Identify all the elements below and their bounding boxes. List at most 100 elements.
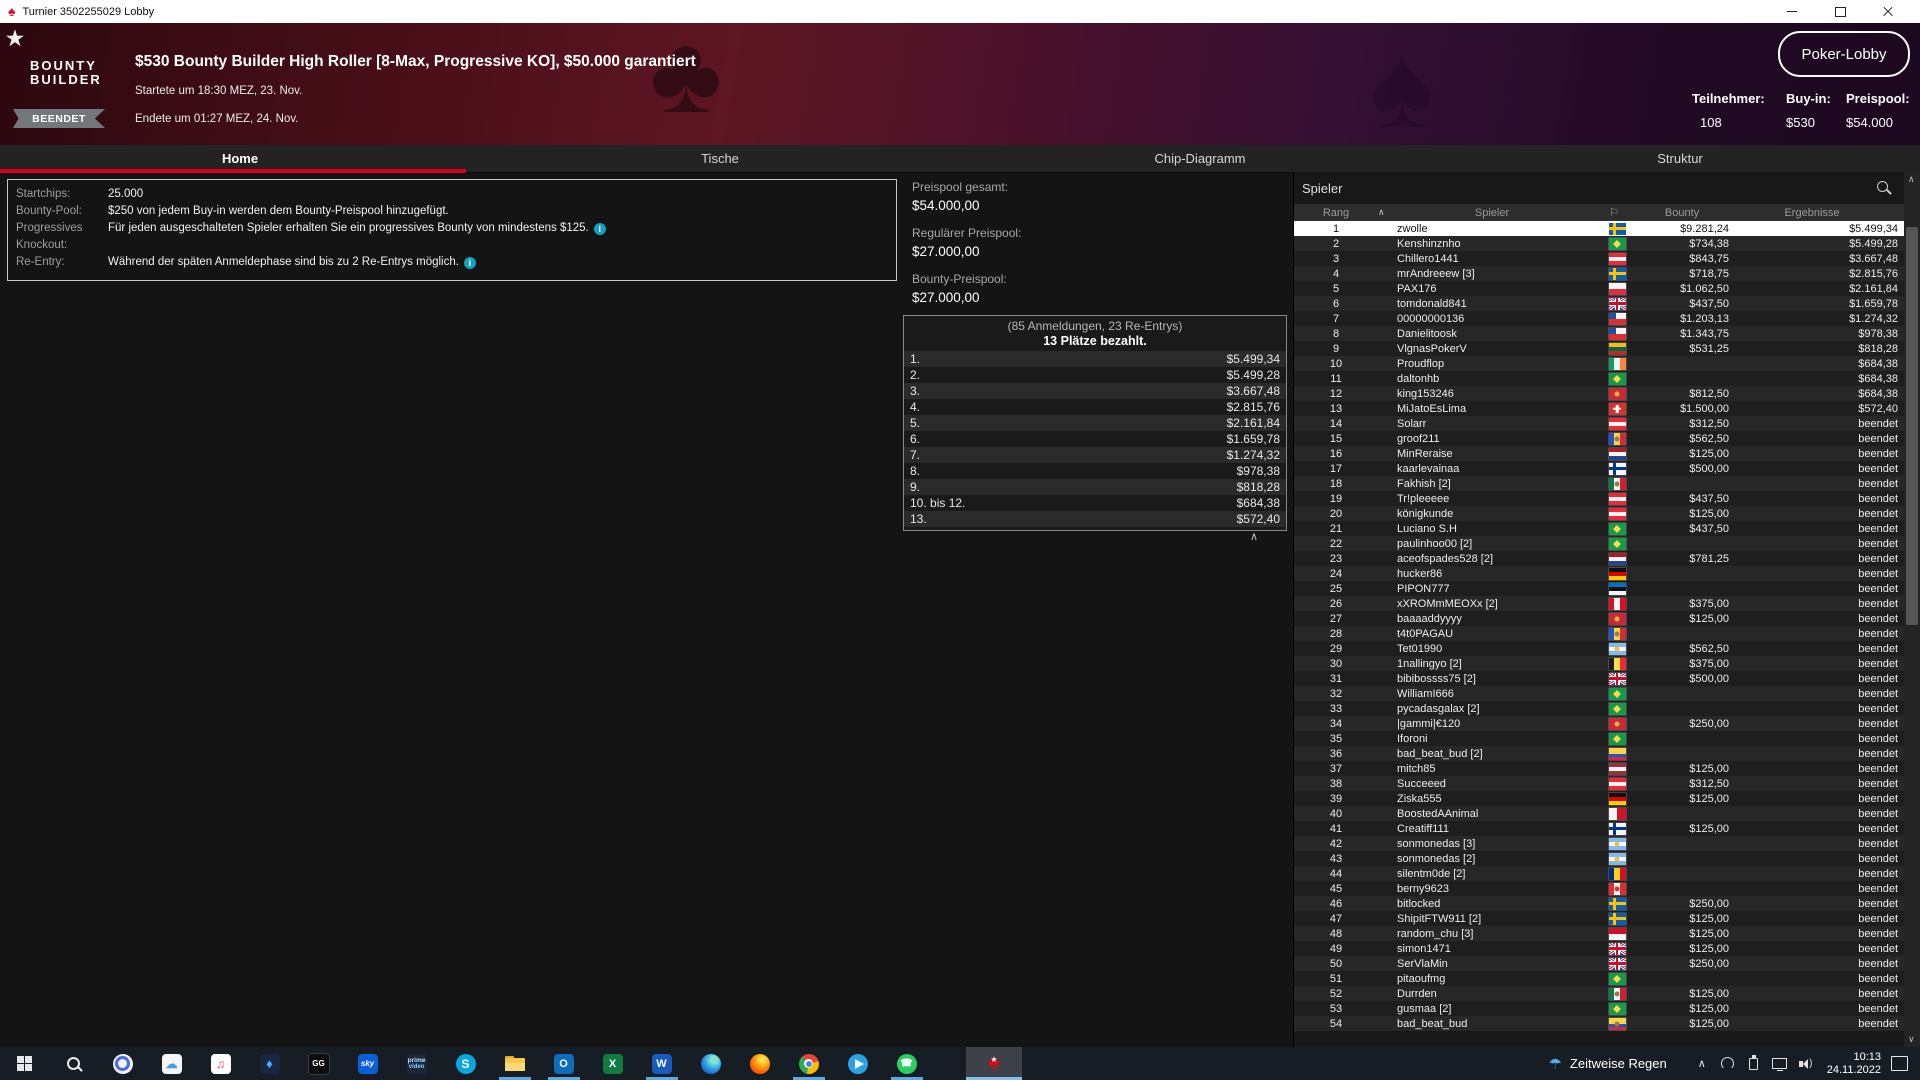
taskbar-firefox-icon[interactable] xyxy=(735,1047,784,1080)
player-row[interactable]: 37 mitch85 $125,00 beendet xyxy=(1294,761,1904,776)
taskbar-round-app-icon[interactable] xyxy=(98,1047,147,1080)
scroll-up-icon[interactable]: ∧ xyxy=(1908,174,1915,185)
tab-chip-diagramm[interactable]: Chip-Diagramm xyxy=(960,145,1440,172)
player-row[interactable]: 51 pitaoufmg beendet xyxy=(1294,971,1904,986)
tray-sync-icon[interactable] xyxy=(1717,1047,1739,1080)
tab-struktur[interactable]: Struktur xyxy=(1440,145,1920,172)
player-row[interactable]: 36 bad_beat_bud [2] beendet xyxy=(1294,746,1904,761)
player-row[interactable]: 19 Tr!pleeeee $437,50 beendet xyxy=(1294,491,1904,506)
player-row[interactable]: 17 kaarlevainaa $500,00 beendet xyxy=(1294,461,1904,476)
taskbar-outlook-icon[interactable]: O xyxy=(539,1047,588,1080)
player-row[interactable]: 24 hucker86 beendet xyxy=(1294,566,1904,581)
player-row[interactable]: 41 Creatiff111 $125,00 beendet xyxy=(1294,821,1904,836)
tab-home[interactable]: Home xyxy=(0,145,480,173)
player-row[interactable]: 3 Chillero1441 $843,75 $3.667,48 xyxy=(1294,251,1904,266)
player-row[interactable]: 54 bad_beat_bud $125,00 beendet xyxy=(1294,1016,1904,1031)
player-row[interactable]: 27 baaaaddyyyy $125,00 beendet xyxy=(1294,611,1904,626)
player-row[interactable]: 9 VlgnasPokerV $531,25 $818,28 xyxy=(1294,341,1904,356)
player-row[interactable]: 4 mrAndreeew [3] $718,75 $2.815,76 xyxy=(1294,266,1904,281)
taskbar-edge-icon[interactable] xyxy=(686,1047,735,1080)
player-row[interactable]: 42 sonmonedas [3] beendet xyxy=(1294,836,1904,851)
player-row[interactable]: 39 Ziska555 $125,00 beendet xyxy=(1294,791,1904,806)
scroll-down-icon[interactable]: ∨ xyxy=(1908,1034,1915,1045)
payout-collapse-chevron-icon[interactable]: ∧ xyxy=(1250,530,1258,543)
taskbar-telegram-icon[interactable] xyxy=(833,1047,882,1080)
player-row[interactable]: 29 Tet01990 $562,50 beendet xyxy=(1294,641,1904,656)
taskbar-apple-music-icon[interactable]: ♫ xyxy=(196,1047,245,1080)
player-row[interactable]: 49 simon1471 $125,00 beendet xyxy=(1294,941,1904,956)
tab-tische[interactable]: Tische xyxy=(480,145,960,172)
player-row[interactable]: 1 zwolle $9.281,24 $5.499,34 xyxy=(1294,221,1904,236)
player-row[interactable]: 38 Succeeed $312,50 beendet xyxy=(1294,776,1904,791)
search-icon[interactable] xyxy=(1876,180,1892,196)
player-row[interactable]: 32 WilliamI666 beendet xyxy=(1294,686,1904,701)
column-header-player[interactable]: Spieler xyxy=(1394,207,1590,219)
player-row[interactable]: 7 00000000136 $1.203,13 $1.274,32 xyxy=(1294,311,1904,326)
taskbar-skype-icon[interactable]: S xyxy=(441,1047,490,1080)
taskbar-whatsapp-icon[interactable]: ☎ xyxy=(882,1047,931,1080)
column-header-rank[interactable]: Rang xyxy=(1294,207,1378,219)
taskbar-diamond-app-icon[interactable]: ♦ xyxy=(245,1047,294,1080)
taskbar-clock[interactable]: 10:13 24.11.2022 xyxy=(1827,1051,1881,1077)
scrollbar-thumb[interactable] xyxy=(1906,227,1918,625)
tray-network-icon[interactable] xyxy=(1769,1047,1791,1080)
taskbar-icloud-icon[interactable]: ☁ xyxy=(147,1047,196,1080)
player-row[interactable]: 46 bitlocked $250,00 beendet xyxy=(1294,896,1904,911)
player-row[interactable]: 43 sonmonedas [2] beendet xyxy=(1294,851,1904,866)
taskbar-pokerstars-icon[interactable]: ♠ ★ xyxy=(966,1047,1022,1080)
player-row[interactable]: 50 SerVlaMin $250,00 beendet xyxy=(1294,956,1904,971)
player-row[interactable]: 53 gusmaa [2] $125,00 beendet xyxy=(1294,1001,1904,1016)
taskbar-ggpoker-icon[interactable]: GG xyxy=(294,1047,343,1080)
info-icon[interactable]: i xyxy=(463,257,476,269)
player-row[interactable]: 35 Iforoni beendet xyxy=(1294,731,1904,746)
poker-lobby-button[interactable]: Poker-Lobby xyxy=(1778,31,1910,77)
player-row[interactable]: 2 Kenshinznho $734,38 $5.499,28 xyxy=(1294,236,1904,251)
taskbar-chrome-icon[interactable] xyxy=(784,1047,833,1080)
player-row[interactable]: 26 xXROMmMEOXx [2] $375,00 beendet xyxy=(1294,596,1904,611)
player-row[interactable]: 40 BoostedAAnimal beendet xyxy=(1294,806,1904,821)
player-row[interactable]: 8 Danielitoosk $1.343,75 $978,38 xyxy=(1294,326,1904,341)
taskbar-sky-go-icon[interactable]: sky xyxy=(343,1047,392,1080)
taskbar-prime-video-icon[interactable]: prime video xyxy=(392,1047,441,1080)
player-row[interactable]: 52 Durrden $125,00 beendet xyxy=(1294,986,1904,1001)
player-row[interactable]: 13 MiJatoEsLima $1.500,00 $572,40 xyxy=(1294,401,1904,416)
player-row[interactable]: 10 Proudflop $684,38 xyxy=(1294,356,1904,371)
taskbar-search-icon[interactable] xyxy=(49,1047,98,1080)
player-row[interactable]: 30 1nallingyo [2] $375,00 beendet xyxy=(1294,656,1904,671)
players-scrollbar[interactable]: ∧ ∨ xyxy=(1904,172,1920,1047)
player-row[interactable]: 5 PAX176 $1.062,50 $2.161,84 xyxy=(1294,281,1904,296)
player-row[interactable]: 48 random_chu [3] $125,00 beendet xyxy=(1294,926,1904,941)
player-row[interactable]: 14 Solarr $312,50 beendet xyxy=(1294,416,1904,431)
player-row[interactable]: 28 t4t0PAGAU beendet xyxy=(1294,626,1904,641)
player-row[interactable]: 22 paulinhoo00 [2] beendet xyxy=(1294,536,1904,551)
player-row[interactable]: 18 Fakhish [2] beendet xyxy=(1294,476,1904,491)
player-row[interactable]: 47 ShipitFTW911 [2] $125,00 beendet xyxy=(1294,911,1904,926)
minimize-button[interactable] xyxy=(1772,0,1812,23)
player-row[interactable]: 25 PIPON777 beendet xyxy=(1294,581,1904,596)
tray-usb-icon[interactable] xyxy=(1743,1047,1765,1080)
player-row[interactable]: 21 Luciano S.H $437,50 beendet xyxy=(1294,521,1904,536)
player-row[interactable]: 45 berny9623 beendet xyxy=(1294,881,1904,896)
weather-widget[interactable]: ☂ Zeitweise Regen xyxy=(1548,1055,1666,1073)
player-row[interactable]: 6 tomdonald841 $437,50 $1.659,78 xyxy=(1294,296,1904,311)
sort-ascending-icon[interactable]: ∧ xyxy=(1378,207,1394,218)
player-row[interactable]: 23 aceofspades528 [2] $781,25 beendet xyxy=(1294,551,1904,566)
player-row[interactable]: 20 königkunde $125,00 beendet xyxy=(1294,506,1904,521)
player-row[interactable]: 33 pycadasgalax [2] beendet xyxy=(1294,701,1904,716)
taskbar-excel-icon[interactable]: X xyxy=(588,1047,637,1080)
taskbar-file-explorer-icon[interactable] xyxy=(490,1047,539,1080)
info-icon[interactable]: i xyxy=(593,223,606,235)
column-header-flag-icon[interactable]: ⚐ xyxy=(1590,206,1638,219)
player-row[interactable]: 34 |gammi|€120 $250,00 beendet xyxy=(1294,716,1904,731)
favorite-star-icon[interactable]: ★ xyxy=(6,26,24,51)
tray-volume-icon[interactable]: ) xyxy=(1795,1047,1817,1080)
column-header-result[interactable]: Ergebnisse xyxy=(1726,207,1904,219)
player-row[interactable]: 44 silentm0de [2] beendet xyxy=(1294,866,1904,881)
player-row[interactable]: 12 king153246 $812,50 $684,38 xyxy=(1294,386,1904,401)
tray-chevron-up-icon[interactable]: ∧ xyxy=(1691,1047,1713,1080)
column-header-bounty[interactable]: Bounty xyxy=(1638,207,1726,219)
taskbar-word-icon[interactable]: W xyxy=(637,1047,686,1080)
player-row[interactable]: 31 bibibossss75 [2] $500,00 beendet xyxy=(1294,671,1904,686)
maximize-button[interactable] xyxy=(1820,0,1860,23)
player-row[interactable]: 16 MinReraise $125,00 beendet xyxy=(1294,446,1904,461)
